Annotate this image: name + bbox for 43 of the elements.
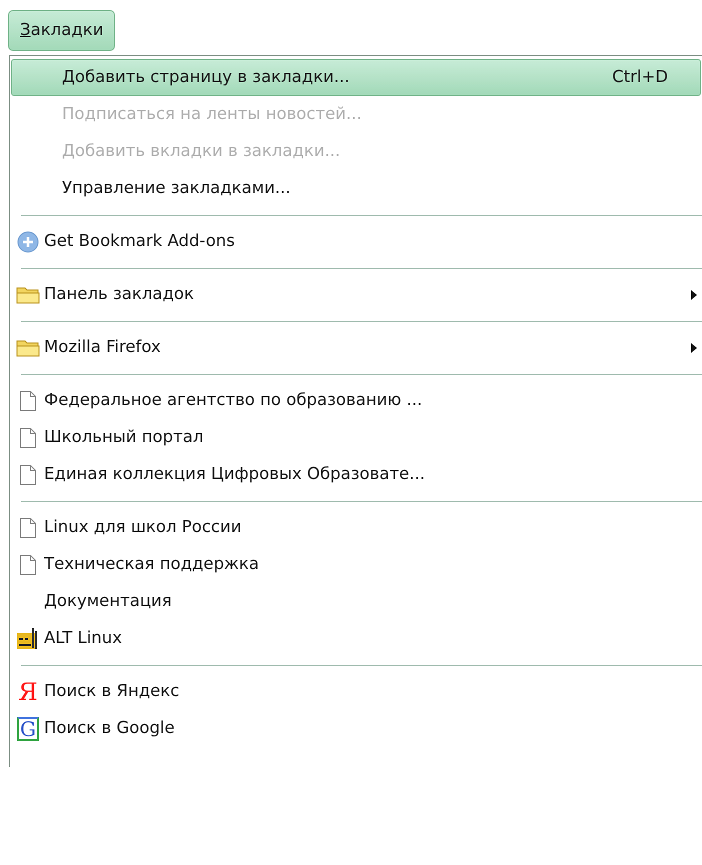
menu-item[interactable]: Техническая поддержка (11, 546, 701, 583)
page-icon (19, 426, 37, 448)
page-icon (19, 464, 37, 486)
menu-item-label: Подписаться на ленты новостей... (62, 103, 362, 126)
menubar-item[interactable]: Закладки (8, 10, 116, 51)
menu-item-label: Linux для школ России (44, 516, 242, 538)
shortcut-label: Ctrl+D (612, 66, 668, 88)
menu-item-label: Техническая поддержка (44, 553, 259, 576)
menu-item-label: Единая коллекция Цифровых Образовате... (44, 463, 425, 486)
menu-item[interactable]: Добавить страницу в закладки... Ctrl+D (11, 59, 701, 96)
add-circle-icon (17, 230, 39, 252)
menu-item[interactable]: Я Поиск в Яндекс (11, 673, 701, 710)
menu-item[interactable]: Панель закладок (11, 276, 701, 313)
folder-icon (16, 284, 40, 304)
menu-item[interactable]: G Поиск в Google (11, 710, 701, 747)
menu-item[interactable]: Единая коллекция Цифровых Образовате... (11, 456, 701, 493)
page-icon (19, 516, 37, 538)
menu-item-label: Поиск в Яндекс (44, 680, 180, 702)
menu-item-label: Управление закладками... (62, 177, 291, 200)
page-icon (19, 554, 37, 576)
menu-item-label: Панель закладок (44, 283, 194, 306)
menu-item-label: Федеральное агентство по образованию ... (44, 389, 422, 412)
menu-item[interactable]: Документация (11, 583, 701, 620)
menu-item[interactable]: ALT Linux (11, 620, 701, 657)
menu-item-label: Школьный портал (44, 426, 204, 448)
menu-item[interactable]: Mozilla Firefox (11, 329, 701, 366)
menu-item[interactable]: Управление закладками... (11, 170, 701, 207)
menu-item-label: Mozilla Firefox (44, 336, 161, 358)
page-icon (19, 390, 37, 412)
google-icon: G (17, 716, 39, 740)
menu-item-label: Добавить страницу в закладки... (62, 66, 350, 88)
menu-item[interactable]: Федеральное агентство по образованию ... (11, 382, 701, 419)
yandex-icon: Я (14, 680, 42, 704)
logo-icon (16, 626, 40, 650)
menu-item[interactable]: Школьный портал (11, 419, 701, 456)
menu-item-label: Поиск в Google (44, 717, 175, 740)
menu-item-label: Get Bookmark Add-ons (44, 230, 235, 252)
menu-item[interactable]: Linux для школ России (11, 509, 701, 546)
menu-item-label: ALT Linux (44, 627, 122, 650)
menu-item[interactable]: Get Bookmark Add-ons (11, 223, 701, 260)
menu-item-label: Добавить вкладки в закладки... (62, 140, 340, 162)
menu-item-label: Документация (44, 590, 172, 612)
folder-icon (16, 338, 40, 358)
